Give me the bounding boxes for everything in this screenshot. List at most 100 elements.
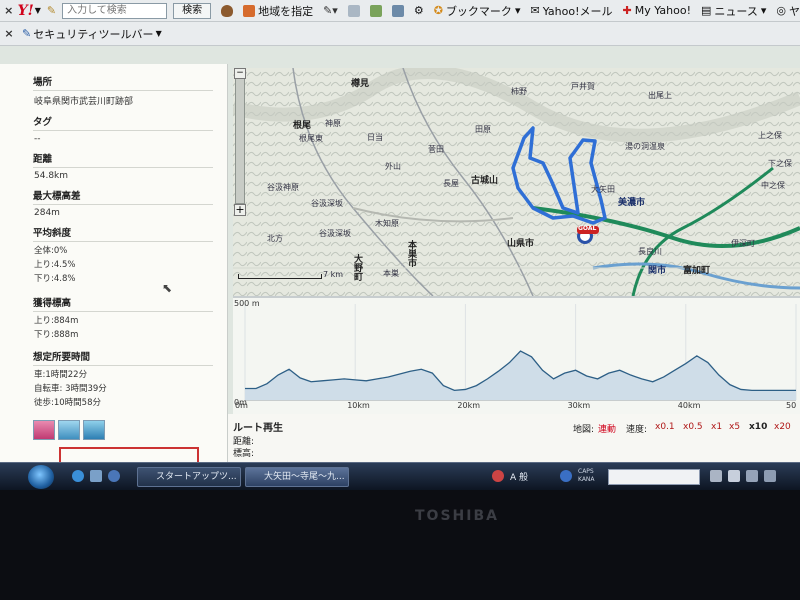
mail-icon: ✉ — [530, 4, 540, 17]
translate-button[interactable] — [347, 4, 360, 17]
scale-bar — [238, 274, 322, 279]
media-quicklaunch-icon[interactable] — [108, 470, 120, 482]
tray-icon[interactable] — [764, 470, 776, 482]
elevation-profile[interactable]: 500 m 0m 0m 10km 20km 30km 40km 50 — [233, 296, 800, 414]
elevation-gain-label: 獲得標高 — [33, 292, 213, 312]
place-label: 長良川 — [638, 247, 662, 256]
taskbar-item-browser[interactable]: 大矢田〜寺尾〜九... — [245, 467, 349, 487]
caps-kana: CAPS KANA — [578, 468, 595, 483]
place-label: 柿野 — [511, 87, 527, 96]
pencil-icon[interactable]: ✎ — [47, 4, 56, 17]
map-button[interactable] — [369, 4, 382, 17]
news-button[interactable]: ▤ ニュース ▾ — [701, 3, 766, 19]
place-label: 谷汲深坂 — [319, 229, 351, 238]
close-toolbar-icon[interactable]: × — [2, 27, 16, 40]
time-car: 車:1時間22分 — [34, 370, 88, 380]
slope-all: 全体:0% — [34, 246, 68, 256]
translate-icon — [347, 4, 360, 17]
tag-label: タグ — [33, 111, 213, 131]
myyahoo-icon: ✚ — [622, 4, 632, 17]
yahoo-logo[interactable]: Y! — [18, 3, 34, 19]
house-icon — [243, 4, 256, 17]
start-button[interactable] — [28, 465, 54, 489]
elevation-x-tick-label: 20km — [457, 401, 480, 410]
myyahoo-button[interactable]: ✚ My Yahoo! — [622, 4, 691, 17]
route-info-panel: 場所 岐阜県関市武芸川町跡部 タグ -- 距離 54.8km 最大標高差 284… — [0, 64, 228, 490]
tag-value: -- — [34, 134, 41, 144]
elevation-x-tick-label: 40km — [677, 401, 701, 410]
desktop-quicklaunch-icon[interactable] — [90, 470, 102, 482]
place-label: 菅田 — [428, 145, 444, 154]
laptop-screen: × Y! ▼ ✎ 検索 地域を指定 ✎▾ ⚙ ✪ブックマーク▾ ✉Yahoo!メ… — [0, 0, 800, 490]
speed-label: 速度: — [626, 425, 648, 435]
speed-x20[interactable]: x20 — [774, 422, 791, 432]
place-label: 北方 — [267, 234, 283, 243]
time-label: 想定所要時間 — [33, 346, 213, 366]
ime-icon[interactable] — [492, 470, 504, 482]
place-label: 下之保 — [768, 159, 792, 168]
mail-button[interactable]: ✉ Yahoo!メール — [530, 3, 612, 19]
map-sync-label: 地図: — [573, 425, 595, 435]
place-label: 谷汲深坂 — [311, 199, 343, 208]
taskbar-item-startup[interactable]: スタートアップツ... — [137, 467, 241, 487]
mouse-cursor-icon: ⬉ — [162, 281, 173, 295]
place-label: 神原 — [325, 119, 341, 128]
location-value: 岐阜県関市武芸川町跡部 — [34, 97, 134, 107]
map-sync-mode[interactable]: 連動 — [598, 422, 616, 435]
zoom-plus-button[interactable]: + — [234, 204, 246, 216]
dropdown-icon[interactable]: ▼ — [156, 29, 162, 38]
speed-x0.1[interactable]: x0.1 — [655, 422, 675, 432]
close-toolbar-icon[interactable]: × — [2, 4, 16, 17]
speed-x0.5[interactable]: x0.5 — [683, 422, 703, 432]
time-walk: 徒歩:10時間58分 — [34, 398, 101, 408]
elevation-x-tick-label: 10km — [347, 401, 370, 410]
place-label: 出尾上 — [648, 91, 672, 100]
tray-icon[interactable] — [710, 470, 722, 482]
thumb-profile-icon[interactable] — [58, 420, 80, 440]
area-button[interactable]: 地域を指定 — [243, 3, 313, 19]
max-elevation-label: 最大標高差 — [33, 185, 213, 205]
place-label: 大矢田 — [591, 185, 615, 194]
tray-icon[interactable] — [746, 470, 758, 482]
goal-label: GOAL — [578, 225, 597, 232]
system-tray: A 般 CAPS KANA — [488, 466, 800, 488]
shield-icon[interactable] — [221, 4, 234, 17]
highlight-button[interactable]: ✎▾ — [323, 4, 338, 17]
speed-x5[interactable]: x5 — [729, 422, 740, 432]
help-icon[interactable] — [560, 470, 572, 482]
map-terrain — [233, 68, 800, 296]
extra-button[interactable]: ◎ ヤ — [776, 3, 800, 19]
speed-x10[interactable]: x10 — [749, 422, 767, 432]
speed-x1[interactable]: x1 — [711, 422, 722, 432]
route-map[interactable]: 根尾 樽見 柿野 戸井賀 出尾上 根尾東 日当 田原 神原 菅田 上之保 外山 … — [233, 68, 800, 296]
search-button[interactable]: 検索 — [173, 2, 212, 19]
search-input[interactable] — [62, 2, 168, 19]
gear-icon: ⚙ — [413, 4, 424, 17]
thumb-wave-icon[interactable] — [83, 420, 105, 440]
place-label: 木知原 — [375, 219, 399, 228]
bookmark-button[interactable]: ✪ ブックマーク ▾ — [434, 3, 521, 19]
pen-icon: ✎▾ — [323, 4, 338, 17]
dropdown-icon[interactable]: ▼ — [35, 6, 41, 15]
security-toolbar-label[interactable]: セキュリティツールバー — [33, 26, 153, 42]
ime-mode[interactable]: A 般 — [510, 470, 528, 483]
place-label: 関市 — [648, 266, 667, 276]
zoom-minus-button[interactable]: − — [234, 68, 246, 79]
memo-button[interactable] — [391, 4, 404, 17]
place-label: 古城山 — [471, 176, 499, 186]
playback-title: ルート再生 — [233, 423, 283, 434]
security-toolbar: × ✎ セキュリティツールバー ▼ — [0, 22, 800, 46]
ie-quicklaunch-icon[interactable] — [72, 470, 84, 482]
place-label: 本巣 — [383, 269, 399, 278]
memo-icon — [391, 4, 404, 17]
place-label: 山県市 — [507, 239, 535, 249]
taskbar-search-box[interactable] — [608, 469, 700, 485]
zoom-bar[interactable] — [235, 72, 245, 204]
place-label: 日当 — [367, 133, 383, 142]
thumb-elevation-icon[interactable] — [33, 420, 55, 440]
settings-button[interactable]: ⚙ — [414, 4, 424, 17]
elevation-ymax-label: 500 m — [234, 299, 260, 308]
tray-icon[interactable] — [728, 470, 740, 482]
place-label: 富加町 — [683, 266, 711, 276]
place-label: 谷汲神原 — [267, 183, 299, 192]
